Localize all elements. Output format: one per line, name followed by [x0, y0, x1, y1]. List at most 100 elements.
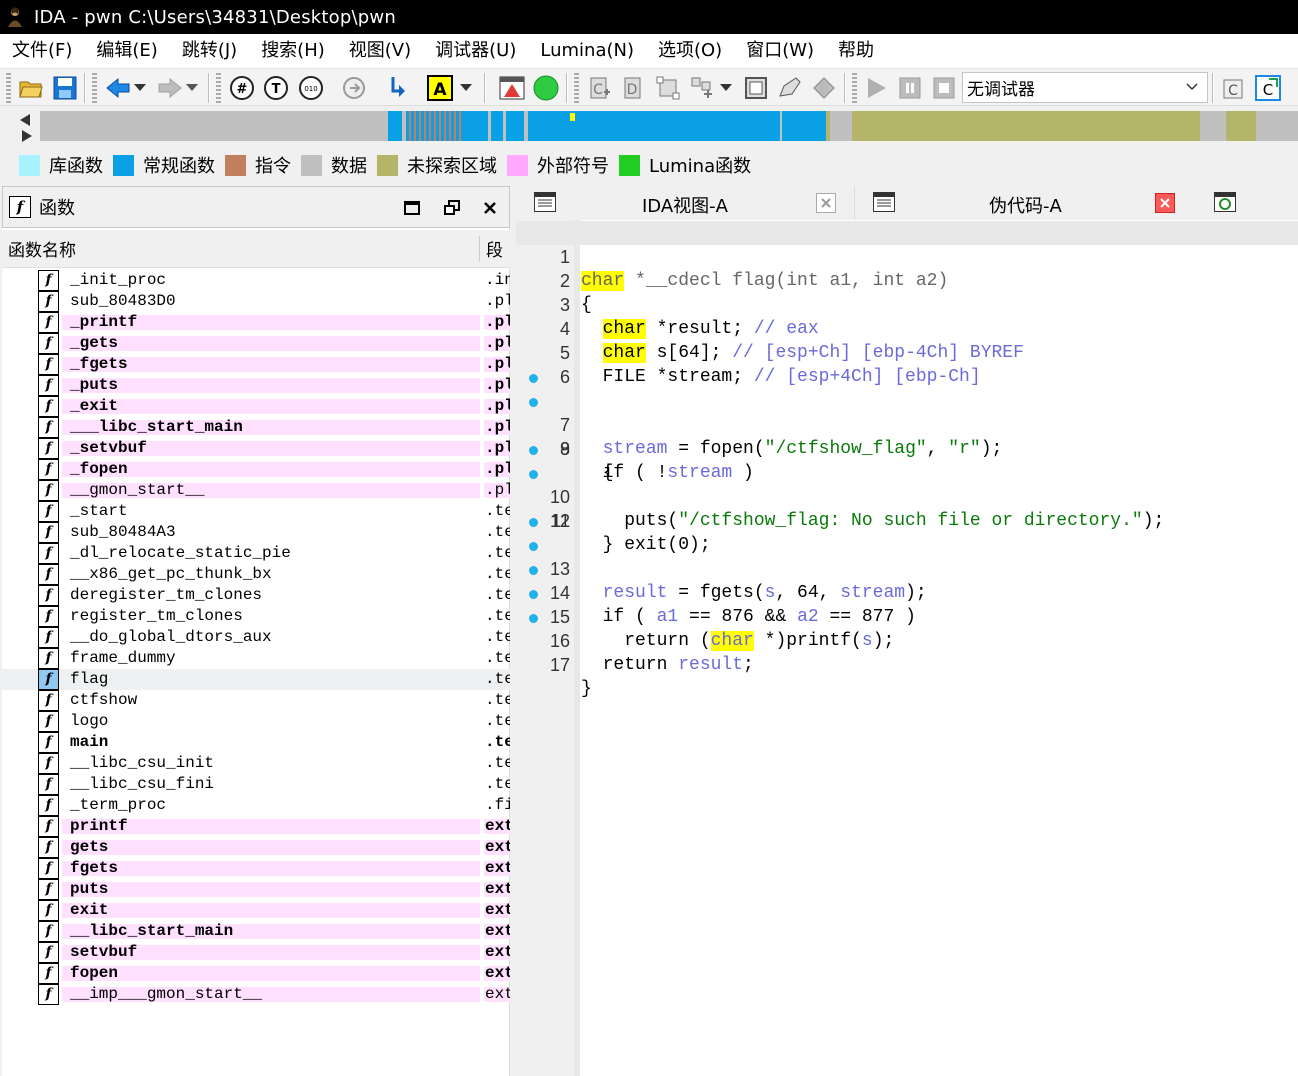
column-divider[interactable]	[479, 236, 480, 262]
navigation-strip[interactable]	[40, 111, 1298, 141]
function-row[interactable]: f register_tm_clones .text	[2, 606, 510, 627]
open-folder-icon[interactable]	[17, 74, 45, 102]
breakpoint-dot[interactable]	[529, 542, 538, 551]
step-into-icon[interactable]	[384, 74, 412, 102]
function-row[interactable]: f __imp___gmon_start__ extern	[2, 984, 510, 1005]
function-row[interactable]: f __gmon_start__ .plt	[2, 480, 510, 501]
green-circle-icon[interactable]	[532, 74, 560, 102]
function-row[interactable]: fprintf extern	[2, 816, 510, 837]
function-row[interactable]: f _gets .plt	[2, 333, 510, 354]
tab-ida-view-a[interactable]: IDA视图-A	[516, 186, 854, 220]
code-line[interactable]: 14 if ( a1 == 876 && a2 == 877 )	[516, 533, 1298, 627]
function-row[interactable]: f ctfshow .text	[2, 690, 510, 711]
define-data-icon[interactable]: D	[620, 74, 648, 102]
function-row[interactable]: f _fopen .plt	[2, 459, 510, 480]
code-line[interactable]: 13 result = fgets(s, 64, stream);	[516, 509, 1298, 603]
string-literal-icon[interactable]: A	[426, 74, 454, 102]
menu-options[interactable]: 选项(O)	[646, 34, 734, 68]
code-line[interactable]: 2 {	[516, 245, 1298, 315]
add-node-icon[interactable]	[688, 74, 716, 102]
function-row[interactable]: ffgets extern	[2, 858, 510, 879]
breakpoint-dot[interactable]	[529, 518, 538, 527]
play-icon[interactable]	[862, 74, 890, 102]
menu-view[interactable]: 视图(V)	[337, 34, 423, 68]
close-icon[interactable]	[481, 199, 499, 217]
breakpoint-dot[interactable]	[529, 446, 538, 455]
forward-arrow-icon[interactable]	[156, 74, 184, 102]
tab-pseudocode-a[interactable]: 伪代码-A	[854, 186, 1176, 220]
forward-dropdown-icon[interactable]	[184, 74, 200, 102]
code-line[interactable]: 4 char s[64]; // [esp+Ch] [ebp-4Ch] BYRE…	[516, 293, 1298, 363]
code-line[interactable]: 16 return result;	[516, 581, 1298, 675]
breakpoint-dot[interactable]	[529, 398, 538, 407]
code-line[interactable]: 11 exit(0);	[516, 461, 1298, 555]
function-row[interactable]: f _start .text	[2, 501, 510, 522]
hex-view-icon[interactable]: #	[228, 74, 256, 102]
function-row[interactable]: fexit extern	[2, 900, 510, 921]
code-line[interactable]: 6	[516, 341, 1298, 387]
code-line[interactable]: 8 if ( !stream )	[516, 389, 1298, 483]
binary-view-icon[interactable]: 010	[297, 74, 325, 102]
function-row[interactable]: fflag .text	[2, 669, 510, 690]
function-row[interactable]: f frame_dummy .text	[2, 648, 510, 669]
function-row[interactable]: f deregister_tm_clones .text	[2, 585, 510, 606]
function-row[interactable]: fgets extern	[2, 837, 510, 858]
function-row[interactable]: f _setvbuf .plt	[2, 438, 510, 459]
pause-icon[interactable]	[896, 74, 924, 102]
breakpoint-dot[interactable]	[529, 470, 538, 479]
function-row[interactable]: f __libc_csu_fini .text	[2, 774, 510, 795]
toolbar-grip[interactable]	[6, 73, 11, 103]
function-row[interactable]: f ___libc_start_main .plt	[2, 417, 510, 438]
string-dropdown-icon[interactable]	[456, 74, 476, 102]
create-function-icon[interactable]: C	[586, 74, 614, 102]
menu-debugger[interactable]: 调试器(U)	[423, 34, 528, 68]
function-row[interactable]: f _puts .plt	[2, 375, 510, 396]
toolbar-grip[interactable]	[216, 73, 221, 103]
close-icon[interactable]	[816, 193, 836, 213]
code-line[interactable]: 7 stream = fopen("/ctfshow_flag", "r");	[516, 365, 1298, 459]
breakpoint-dot[interactable]	[529, 374, 538, 383]
menu-windows[interactable]: 窗口(W)	[734, 34, 826, 68]
nav-scroll-arrows[interactable]	[16, 110, 36, 142]
function-row[interactable]: flogo .text	[2, 711, 510, 732]
switch-debugger-icon[interactable]: C	[1220, 74, 1248, 102]
menu-search[interactable]: 搜索(H)	[249, 34, 337, 68]
code-line[interactable]: 15 return (char *)printf(s);	[516, 557, 1298, 651]
code-line[interactable]: 3 char *result; // eax	[516, 269, 1298, 339]
menu-lumina[interactable]: Lumina(N)	[528, 34, 646, 68]
code-line[interactable]: 5 FILE *stream; // [esp+4Ch] [ebp-Ch]	[516, 317, 1298, 387]
code-line[interactable]: 12 }	[516, 485, 1298, 555]
function-row[interactable]: f __do_global_dtors_aux .text	[2, 627, 510, 648]
breakpoint-dot[interactable]	[529, 614, 538, 623]
function-row[interactable]: f __x86_get_pc_thunk_bx .text	[2, 564, 510, 585]
function-row[interactable]: f sub_80483D0 .plt	[2, 291, 510, 312]
function-row[interactable]: fmain .text	[2, 732, 510, 753]
function-row[interactable]: f _printf .plt	[2, 312, 510, 333]
pseudocode-view[interactable]: 1 char *__cdecl flag(int a1, int a2) 2 {…	[516, 220, 1298, 1076]
column-function-name[interactable]: 函数名称	[8, 236, 76, 261]
function-row[interactable]: f _dl_relocate_static_pie .text	[2, 543, 510, 564]
function-row[interactable]: f _term_proc .fini	[2, 795, 510, 816]
toolbar-grip[interactable]	[852, 73, 857, 103]
toolbar-grip[interactable]	[92, 73, 97, 103]
function-row[interactable]: f _fgets .plt	[2, 354, 510, 375]
save-icon[interactable]	[51, 74, 79, 102]
function-row[interactable]: f setvbuf extern	[2, 942, 510, 963]
maximize-icon[interactable]	[403, 199, 421, 217]
attach-process-icon[interactable]: C	[1254, 74, 1282, 102]
debugger-select[interactable]: 无调试器	[962, 72, 1208, 103]
function-row[interactable]: ffopen extern	[2, 963, 510, 984]
reanalyze-icon[interactable]	[340, 74, 368, 102]
stop-icon[interactable]	[930, 74, 958, 102]
tab-hex-view[interactable]	[1198, 186, 1258, 220]
column-segment[interactable]: 段	[486, 236, 503, 261]
function-row[interactable]: f __libc_start_main extern	[2, 921, 510, 942]
menu-help[interactable]: 帮助	[826, 34, 886, 68]
rename-icon[interactable]	[776, 74, 804, 102]
code-line[interactable]: 9 {	[516, 413, 1298, 483]
function-row[interactable]: f sub_80484A3 .text	[2, 522, 510, 543]
breakpoint-dot[interactable]	[529, 566, 538, 575]
node-dropdown-icon[interactable]	[716, 74, 736, 102]
breakpoint-dot[interactable]	[529, 590, 538, 599]
function-row[interactable]: f __libc_csu_init .text	[2, 753, 510, 774]
